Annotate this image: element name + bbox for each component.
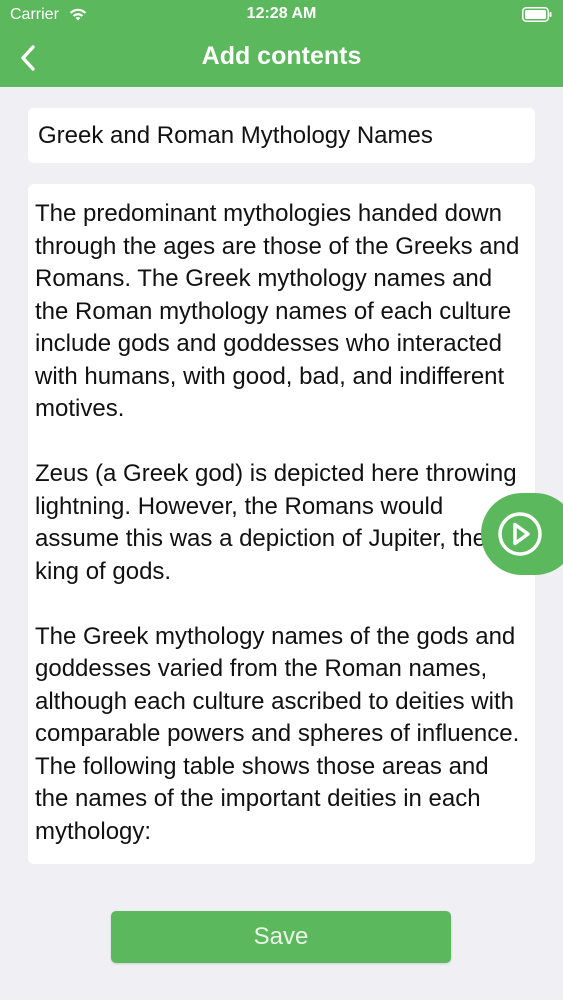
- title-input[interactable]: [28, 108, 535, 163]
- content-textarea[interactable]: The predominant mythologies handed down …: [28, 184, 535, 864]
- header: Carrier 12:28 AM Add contents: [0, 0, 563, 87]
- status-bar: Carrier 12:28 AM: [0, 0, 563, 30]
- battery-icon: [522, 7, 552, 22]
- status-time: 12:28 AM: [246, 5, 317, 22]
- play-button[interactable]: [481, 493, 563, 575]
- save-button[interactable]: Save: [111, 911, 451, 963]
- play-circle-icon: [498, 512, 542, 556]
- page-title: Add contents: [201, 42, 362, 70]
